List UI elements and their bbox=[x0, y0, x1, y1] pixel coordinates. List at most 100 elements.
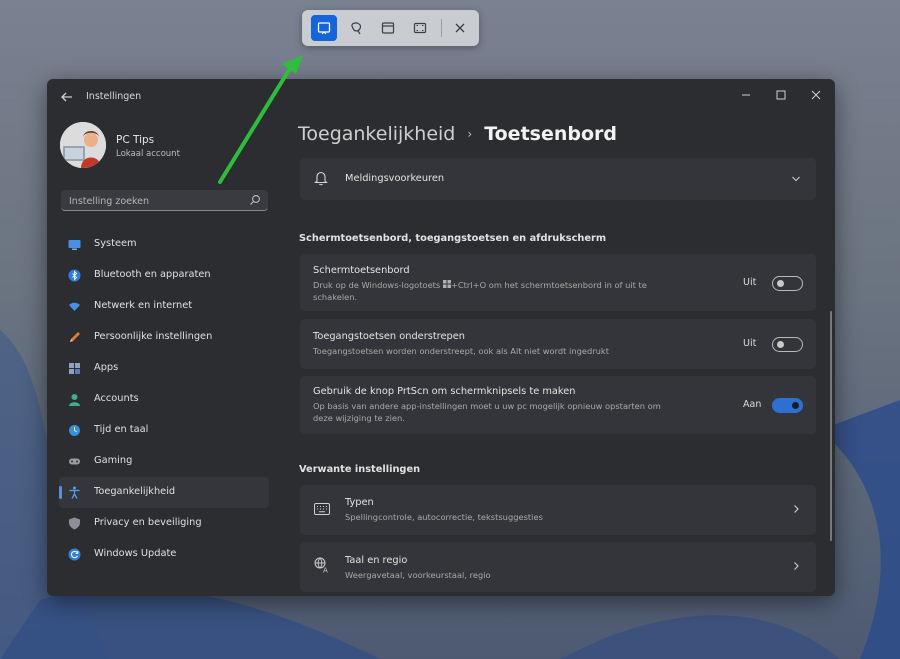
windows-logo-icon bbox=[442, 280, 451, 288]
person-icon bbox=[69, 394, 80, 406]
breadcrumb-parent[interactable]: Toegankelijkheid bbox=[298, 123, 455, 145]
avatar[interactable] bbox=[60, 122, 106, 168]
close-icon bbox=[811, 90, 821, 100]
setting-description: Op basis van andere app-instellingen moe… bbox=[313, 401, 661, 423]
sidebar-item-label: Windows Update bbox=[94, 548, 177, 559]
window-snip-icon bbox=[381, 22, 395, 34]
wifi-icon bbox=[69, 302, 80, 311]
prtscn-snip-toggle[interactable] bbox=[772, 398, 803, 413]
toggle-state-label: Aan bbox=[743, 399, 762, 410]
rectangle-snip-button[interactable] bbox=[311, 15, 337, 41]
prtscn-snip-card: Gebruik de knop PrtScn om schermknipsels… bbox=[300, 376, 816, 434]
page-title: Toetsenbord bbox=[484, 123, 617, 145]
sidebar-item-toegankelijkheid[interactable]: Toegankelijkheid bbox=[59, 477, 269, 508]
bluetooth-icon bbox=[68, 269, 81, 282]
sidebar-item-persoonlijke-instellingen[interactable]: Persoonlijke instellingen bbox=[59, 322, 269, 353]
globe-clock-icon bbox=[69, 425, 80, 436]
search-icon[interactable] bbox=[249, 194, 261, 206]
sidebar-item-bluetooth[interactable]: Bluetooth en apparaten bbox=[59, 260, 269, 291]
breadcrumb-separator: › bbox=[467, 127, 473, 141]
setting-description: Druk op de Windows-logotoets +Ctrl+O om … bbox=[313, 279, 668, 303]
section-heading-related: Verwante instellingen bbox=[299, 464, 421, 475]
chevron-right-icon bbox=[794, 562, 799, 570]
chevron-right-icon bbox=[794, 505, 799, 513]
sidebar-nav: Systeem Bluetooth en apparaten Netwerk e… bbox=[59, 229, 269, 570]
language-icon: A bbox=[314, 557, 328, 574]
title-bar: Instellingen bbox=[47, 79, 835, 115]
on-screen-keyboard-toggle[interactable] bbox=[772, 276, 803, 291]
sidebar-item-tijd-en-taal[interactable]: Tijd en taal bbox=[59, 415, 269, 446]
snipping-toolbar bbox=[302, 10, 479, 46]
window-title: Instellingen bbox=[86, 91, 142, 102]
svg-text:A: A bbox=[323, 567, 328, 574]
search-input[interactable] bbox=[67, 192, 246, 210]
back-arrow-icon[interactable] bbox=[59, 89, 75, 105]
bell-icon bbox=[314, 171, 328, 186]
sidebar-item-label: Netwerk en internet bbox=[94, 300, 193, 311]
close-snip-button[interactable] bbox=[447, 15, 473, 41]
pencil-icon bbox=[70, 332, 80, 342]
notification-preferences-label: Meldingsvoorkeuren bbox=[345, 173, 445, 184]
sidebar-item-label: Systeem bbox=[94, 238, 137, 249]
sidebar-item-netwerk[interactable]: Netwerk en internet bbox=[59, 291, 269, 322]
notification-preferences-card[interactable]: Meldingsvoorkeuren bbox=[300, 158, 816, 200]
sidebar-item-gaming[interactable]: Gaming bbox=[59, 446, 269, 477]
keyboard-icon bbox=[314, 503, 330, 515]
active-indicator bbox=[59, 486, 62, 499]
sidebar-item-systeem[interactable]: Systeem bbox=[59, 229, 269, 260]
chevron-down-icon[interactable] bbox=[791, 174, 801, 184]
setting-title: Gebruik de knop PrtScn om schermknipsels… bbox=[313, 386, 576, 397]
sidebar-item-label: Accounts bbox=[94, 393, 139, 404]
search-box[interactable] bbox=[61, 190, 268, 211]
toolbar-divider bbox=[441, 19, 442, 37]
underline-access-keys-toggle[interactable] bbox=[772, 337, 803, 352]
related-setting-description: Weergavetaal, voorkeurstaal, regio bbox=[345, 570, 491, 580]
close-icon bbox=[455, 23, 465, 33]
shield-icon bbox=[69, 517, 80, 530]
underline-access-keys-card: Toegangstoetsen onderstrepen Toegangstoe… bbox=[300, 319, 816, 369]
maximize-icon bbox=[776, 90, 786, 100]
sidebar-item-label: Privacy en beveiliging bbox=[94, 517, 202, 528]
scrollbar[interactable] bbox=[830, 311, 832, 541]
sidebar-item-label: Gaming bbox=[94, 455, 133, 466]
profile-account-type: Lokaal account bbox=[116, 149, 180, 159]
description-part: Druk op de Windows-logotoets bbox=[313, 280, 441, 290]
maximize-button[interactable] bbox=[764, 84, 798, 106]
accessibility-icon bbox=[69, 486, 80, 499]
sidebar-item-accounts[interactable]: Accounts bbox=[59, 384, 269, 415]
freeform-snip-button[interactable] bbox=[343, 15, 369, 41]
close-window-button[interactable] bbox=[799, 84, 833, 106]
minimize-icon bbox=[742, 94, 750, 96]
avatar-illustration bbox=[60, 122, 106, 168]
toggle-state-label: Uit bbox=[743, 338, 757, 349]
sidebar-item-label: Persoonlijke instellingen bbox=[94, 331, 213, 342]
profile-name: PC Tips bbox=[116, 134, 155, 146]
typing-settings-card[interactable]: Typen Spellingcontrole, autocorrectie, t… bbox=[300, 485, 816, 535]
settings-window: Instellingen PC Tips Lokaal account Inst… bbox=[47, 79, 835, 596]
language-region-card[interactable]: A Taal en regio Weergavetaal, voorkeurst… bbox=[300, 542, 816, 592]
related-setting-description: Spellingcontrole, autocorrectie, tekstsu… bbox=[345, 512, 543, 522]
sidebar-item-label: Apps bbox=[94, 362, 119, 373]
breadcrumb: Toegankelijkheid › Toetsenbord bbox=[298, 123, 617, 145]
setting-title: Toegangstoetsen onderstrepen bbox=[313, 331, 465, 342]
update-icon bbox=[68, 548, 81, 561]
sidebar-item-windows-update[interactable]: Windows Update bbox=[59, 539, 269, 570]
freeform-snip-icon bbox=[351, 22, 362, 35]
sidebar-item-privacy[interactable]: Privacy en beveiliging bbox=[59, 508, 269, 539]
sidebar-item-label: Toegankelijkheid bbox=[94, 486, 176, 497]
sidebar-item-label: Bluetooth en apparaten bbox=[94, 269, 211, 280]
fullscreen-snip-button[interactable] bbox=[407, 15, 433, 41]
minimize-button[interactable] bbox=[729, 84, 763, 106]
window-snip-button[interactable] bbox=[375, 15, 401, 41]
setting-title: Schermtoetsenbord bbox=[313, 265, 410, 276]
sidebar-item-label: Tijd en taal bbox=[94, 424, 149, 435]
gamepad-icon bbox=[69, 458, 80, 465]
related-setting-title: Typen bbox=[345, 497, 374, 508]
related-setting-title: Taal en regio bbox=[345, 555, 408, 566]
on-screen-keyboard-card: Schermtoetsenbord Druk op de Windows-log… bbox=[300, 254, 816, 311]
sidebar-item-apps[interactable]: Apps bbox=[59, 353, 269, 384]
monitor-icon bbox=[68, 240, 81, 250]
toggle-state-label: Uit bbox=[743, 277, 757, 288]
section-heading-keyboard: Schermtoetsenbord, toegangstoetsen en af… bbox=[299, 233, 607, 244]
rectangle-snip-icon bbox=[317, 22, 331, 35]
